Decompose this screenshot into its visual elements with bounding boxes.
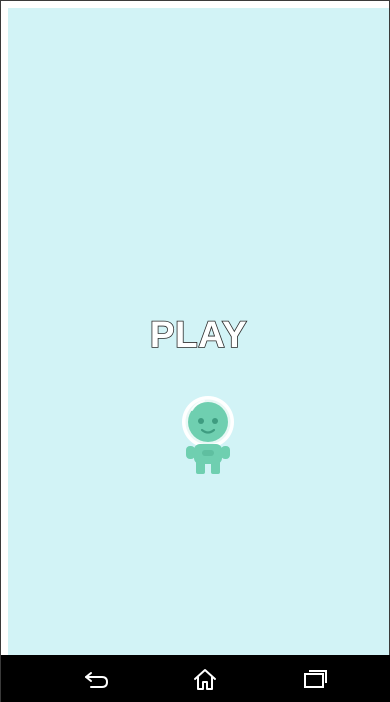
home-icon[interactable] [185, 665, 225, 693]
play-button[interactable]: PLAY [8, 313, 389, 356]
back-arrow-glyph [85, 672, 109, 688]
game-screen[interactable]: PLAY [8, 8, 389, 655]
device-frame: PLAY [0, 0, 390, 702]
recent-apps-icon[interactable] [295, 665, 335, 693]
system-navigation-bar [1, 655, 390, 702]
recent-apps-glyph [304, 670, 327, 688]
back-icon[interactable] [77, 665, 117, 693]
home-glyph [194, 669, 216, 690]
astronaut-alien-icon[interactable] [178, 392, 238, 476]
